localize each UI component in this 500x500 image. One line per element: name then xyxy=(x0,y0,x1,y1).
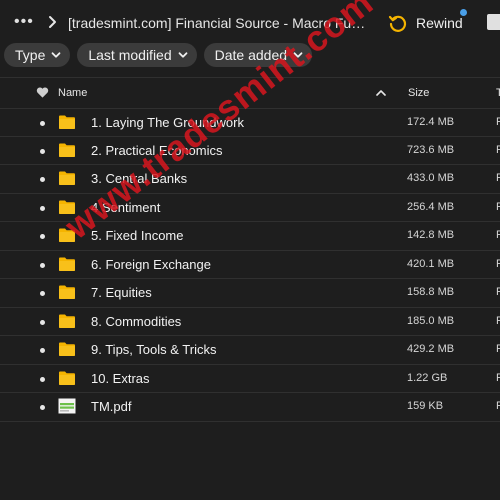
chevron-down-icon xyxy=(293,52,303,58)
filter-bar: Type Last modified Date added xyxy=(4,43,319,67)
item-size: 159 KB xyxy=(407,400,444,412)
rewind-icon xyxy=(388,15,407,32)
item-type: F xyxy=(496,257,500,270)
bullet-icon xyxy=(40,319,45,325)
bullet-icon xyxy=(40,121,45,126)
sort-ascending-icon[interactable] xyxy=(375,87,387,99)
folder-icon xyxy=(58,142,76,158)
item-name: 2. Practical Economics xyxy=(91,142,223,158)
item-type: F xyxy=(496,229,500,241)
item-type: F xyxy=(496,286,500,298)
list-item[interactable]: 2. Practical Economics 723.6 MB F xyxy=(0,137,500,165)
folder-icon xyxy=(58,170,76,186)
item-name: 6. Foreign Exchange xyxy=(91,256,211,272)
folder-icon xyxy=(58,227,76,243)
folder-icon xyxy=(58,370,76,386)
notification-dot xyxy=(460,9,467,16)
date-added-filter[interactable]: Date added xyxy=(203,43,313,67)
list-item[interactable]: 6. Foreign Exchange 420.1 MB F xyxy=(0,251,500,279)
list-item[interactable]: 5. Fixed Income 142.8 MB F xyxy=(0,222,500,251)
type-column-header[interactable]: T xyxy=(496,87,500,99)
folder-icon xyxy=(58,341,76,357)
list-item[interactable]: 7. Equities 158.8 MB F xyxy=(0,279,500,308)
bullet-icon xyxy=(40,291,45,296)
bullet-icon xyxy=(40,262,45,268)
list-item[interactable]: 3. Central Banks 433.0 MB F xyxy=(0,165,500,194)
breadcrumb[interactable]: [tradesmint.com] Financial Source - Macr… xyxy=(68,15,368,31)
last-modified-filter[interactable]: Last modified xyxy=(77,43,197,67)
window-icon[interactable] xyxy=(487,14,500,30)
item-name: 1. Laying The Groundwork xyxy=(91,115,244,130)
file-list: 1. Laying The Groundwork 172.4 MB F 2. Prac… xyxy=(0,108,500,422)
item-size: 142.8 MB xyxy=(407,229,455,241)
item-size: 1.22 GB xyxy=(407,371,448,384)
folder-icon xyxy=(58,313,76,329)
item-name: 10. Extras xyxy=(91,370,150,386)
bullet-icon xyxy=(40,148,45,154)
table-header: Name Size T xyxy=(0,77,500,109)
list-item[interactable]: TM.pdf 159 KB F xyxy=(0,393,500,422)
bullet-icon xyxy=(40,376,45,382)
bullet-icon xyxy=(40,177,45,182)
list-item[interactable]: 9. Tips, Tools & Tricks 429.2 MB F xyxy=(0,336,500,365)
list-item[interactable]: 8. Commodities 185.0 MB F xyxy=(0,308,500,336)
date-added-filter-label: Date added xyxy=(214,47,288,63)
item-type: F xyxy=(496,200,500,213)
item-size: 420.1 MB xyxy=(407,257,455,270)
list-item[interactable]: 10. Extras 1.22 GB F xyxy=(0,365,500,393)
item-size: 433.0 MB xyxy=(407,172,455,184)
item-size: 158.8 MB xyxy=(407,286,455,298)
list-item[interactable]: 1. Laying The Groundwork 172.4 MB F xyxy=(0,108,500,137)
rewind-button[interactable]: Rewind xyxy=(388,9,467,34)
folder-icon xyxy=(58,256,76,272)
type-filter-label: Type xyxy=(15,47,46,63)
top-bar: ••• [tradesmint.com] Financial Source - … xyxy=(0,0,500,44)
item-name: 5. Fixed Income xyxy=(91,228,184,243)
item-size: 723.6 MB xyxy=(407,143,455,156)
item-name: 9. Tips, Tools & Tricks xyxy=(91,342,217,357)
item-type: F xyxy=(496,371,500,384)
bullet-icon xyxy=(40,405,45,410)
size-column-header[interactable]: Size xyxy=(408,87,429,99)
item-size: 172.4 MB xyxy=(407,116,455,128)
type-filter[interactable]: Type xyxy=(4,43,71,67)
heart-icon[interactable] xyxy=(36,86,49,99)
chevron-down-icon xyxy=(51,52,61,58)
pdf-file-icon xyxy=(58,398,76,414)
name-column-header[interactable]: Name xyxy=(58,87,87,99)
item-type: F xyxy=(496,116,500,128)
item-name: TM.pdf xyxy=(91,399,132,414)
item-name: 4 Sentiment xyxy=(91,199,161,215)
item-type: F xyxy=(496,172,500,184)
item-name: 8. Commodities xyxy=(91,313,182,329)
folder-icon xyxy=(58,114,76,130)
item-name: 3. Central Banks xyxy=(91,171,188,186)
item-type: F xyxy=(496,343,500,355)
item-type: F xyxy=(496,400,500,412)
bullet-icon xyxy=(40,234,45,239)
item-size: 429.2 MB xyxy=(407,343,455,355)
chevron-down-icon xyxy=(178,52,188,58)
chevron-right-icon[interactable] xyxy=(44,14,60,30)
item-size: 185.0 MB xyxy=(407,314,455,327)
folder-icon xyxy=(58,199,76,215)
last-modified-filter-label: Last modified xyxy=(88,47,172,63)
item-size: 256.4 MB xyxy=(407,200,455,213)
item-type: F xyxy=(496,314,500,327)
more-dots-icon[interactable]: ••• xyxy=(14,14,34,30)
folder-icon xyxy=(58,284,76,300)
bullet-icon xyxy=(40,205,45,211)
rewind-label: Rewind xyxy=(416,15,463,31)
bullet-icon xyxy=(40,348,45,353)
item-name: 7. Equities xyxy=(91,285,152,300)
list-item[interactable]: 4 Sentiment 256.4 MB F xyxy=(0,194,500,222)
item-type: F xyxy=(496,143,500,156)
